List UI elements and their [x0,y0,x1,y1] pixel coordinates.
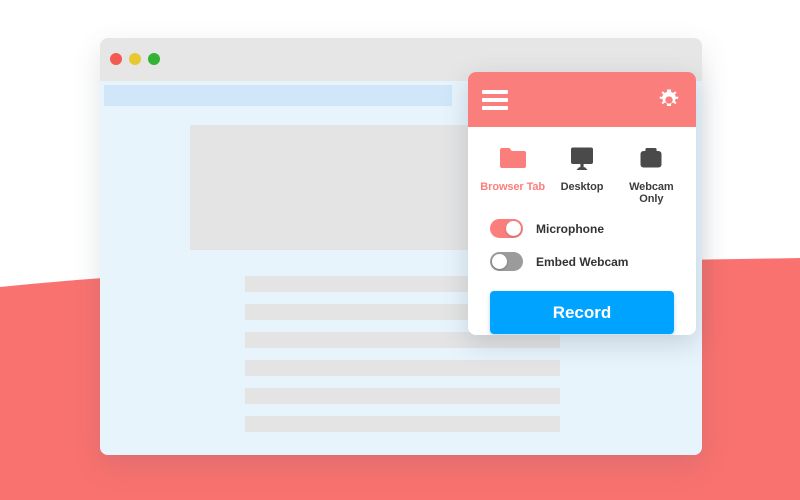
toggle-row-embed-webcam[interactable]: Embed Webcam [490,252,696,271]
minimize-window-button[interactable] [129,53,141,65]
record-button[interactable]: Record [490,291,674,334]
gear-icon[interactable] [656,87,682,113]
microphone-toggle-label: Microphone [536,221,604,236]
monitor-icon [547,144,616,174]
source-option-label: Browser Tab [480,181,546,193]
source-option-webcam-only[interactable]: Webcam Only [617,144,686,205]
embed-webcam-toggle-label: Embed Webcam [536,254,629,269]
screen-recorder-extension-panel: Browser Tab Desktop Webcam Only Micropho… [468,72,696,335]
toggle-knob [506,221,521,236]
source-option-browser-tab[interactable]: Browser Tab [478,144,547,193]
close-window-button[interactable] [110,53,122,65]
record-button-container: Record [468,285,696,334]
capture-source-options: Browser Tab Desktop Webcam Only [468,127,696,205]
folder-icon [478,144,547,174]
source-option-desktop[interactable]: Desktop [547,144,616,193]
screenshot-canvas: Browser Tab Desktop Webcam Only Micropho… [0,0,800,500]
camera-icon [617,144,686,174]
extension-header [468,72,696,127]
source-option-label: Webcam Only [629,181,674,205]
text-placeholder-line [245,388,560,404]
embed-webcam-toggle[interactable] [490,252,523,271]
toggle-row-microphone[interactable]: Microphone [490,219,696,238]
source-option-label: Desktop [560,181,604,193]
maximize-window-button[interactable] [148,53,160,65]
traffic-lights [110,53,160,65]
url-bar[interactable] [104,85,452,106]
option-toggles: Microphone Embed Webcam [468,205,696,271]
text-placeholder-line [245,416,560,432]
hamburger-menu-icon[interactable] [482,89,508,110]
microphone-toggle[interactable] [490,219,523,238]
toggle-knob [492,254,507,269]
text-placeholder-line [245,360,560,376]
